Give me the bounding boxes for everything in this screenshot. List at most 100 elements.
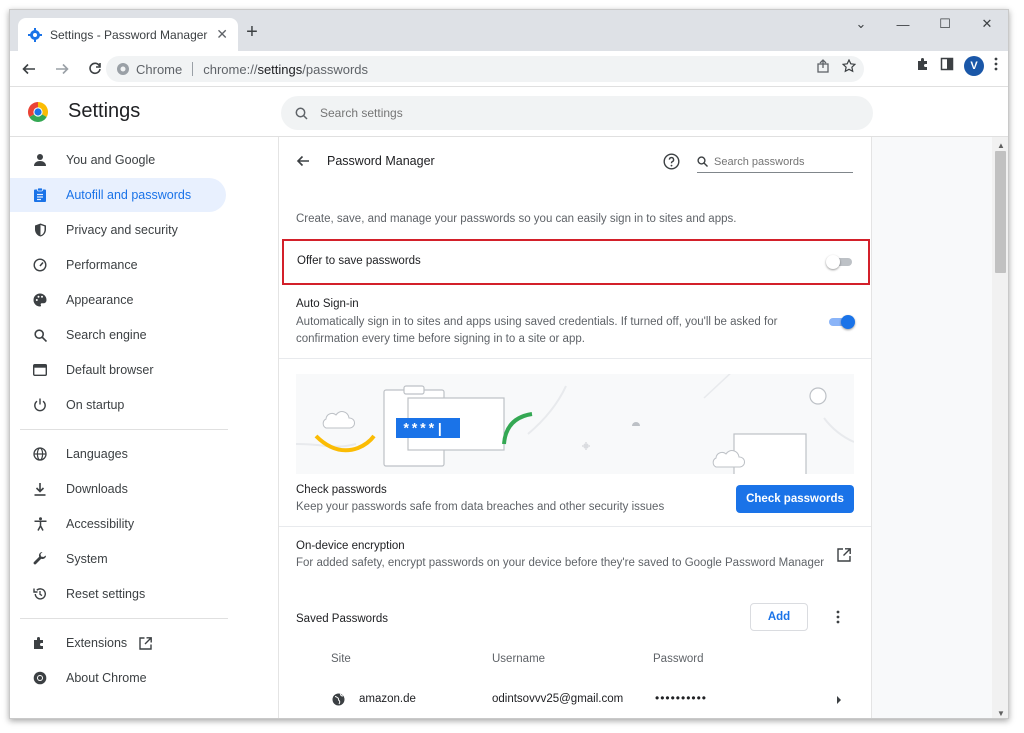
star-icon[interactable]	[841, 58, 857, 78]
svg-text:****|: ****|	[402, 422, 444, 438]
sidebar-item-about-chrome[interactable]: About Chrome	[10, 661, 226, 695]
arrow-right-icon	[56, 63, 69, 74]
sidebar-item-system[interactable]: System	[10, 542, 226, 576]
side-panel-icon[interactable]	[940, 57, 954, 76]
auto-sign-in-toggle[interactable]	[827, 315, 855, 329]
back-button[interactable]	[15, 55, 43, 83]
auto-sign-in-title: Auto Sign-in	[296, 298, 359, 310]
scrollbar-thumb[interactable]	[995, 151, 1006, 273]
sidebar-item-on-startup[interactable]: On startup	[10, 388, 226, 422]
sidebar-item-default-browser[interactable]: Default browser	[10, 353, 226, 387]
column-header-password: Password	[653, 653, 704, 665]
add-password-button[interactable]: Add	[750, 603, 808, 631]
accessibility-icon	[32, 516, 48, 532]
tab-search-button[interactable]: ⌄	[840, 10, 882, 38]
clipboard-icon	[32, 187, 48, 203]
minimize-button[interactable]: —	[882, 10, 924, 38]
scroll-down-arrow[interactable]: ▼	[997, 709, 1005, 718]
globe-icon	[32, 446, 48, 462]
saved-username: odintsovvv25@gmail.com	[492, 693, 624, 705]
maximize-button[interactable]: ☐	[924, 10, 966, 38]
divider	[20, 429, 228, 430]
offer-to-save-toggle[interactable]	[826, 255, 854, 269]
tab-strip: Settings - Password Manager ✕ + ⌄ — ☐ ✕	[10, 10, 1008, 51]
search-icon	[32, 327, 48, 343]
window-controls: ⌄ — ☐ ✕	[840, 10, 1008, 42]
check-passwords-description: Keep your passwords safe from data breac…	[296, 501, 665, 513]
offer-to-save-row: Offer to save passwords	[282, 239, 870, 285]
settings-header: Settings	[10, 87, 1008, 137]
help-icon[interactable]	[663, 153, 680, 170]
sidebar-item-privacy[interactable]: Privacy and security	[10, 213, 226, 247]
wrench-icon	[32, 551, 48, 567]
url-text: chrome://settings/passwords	[203, 61, 368, 77]
divider	[279, 526, 871, 527]
column-header-site: Site	[331, 653, 351, 665]
check-passwords-button[interactable]: Check passwords	[736, 485, 854, 513]
tab-title: Settings - Password Manager	[50, 27, 208, 42]
search-settings-input[interactable]	[320, 106, 820, 120]
more-options-icon[interactable]	[831, 609, 845, 625]
search-passwords-box[interactable]	[697, 151, 853, 173]
search-icon	[295, 107, 308, 120]
sidebar-item-downloads[interactable]: Downloads	[10, 472, 226, 506]
column-header-username: Username	[492, 653, 546, 665]
check-passwords-illustration: ****|	[296, 374, 854, 474]
page-description: Create, save, and manage your passwords …	[296, 213, 737, 225]
shield-icon	[32, 222, 48, 238]
chrome-logo-icon	[28, 102, 48, 122]
puzzle-icon[interactable]	[916, 57, 930, 76]
sidebar-item-you-and-google[interactable]: You and Google	[10, 143, 226, 177]
power-icon	[32, 397, 48, 413]
offer-to-save-label: Offer to save passwords	[297, 255, 421, 267]
search-settings-box[interactable]	[281, 96, 873, 130]
password-manager-card: Password Manager Create, save, and manag…	[278, 137, 872, 718]
sidebar-item-accessibility[interactable]: Accessibility	[10, 507, 226, 541]
auto-sign-in-description: Automatically sign in to sites and apps …	[296, 316, 778, 345]
chevron-right-icon	[837, 696, 841, 704]
speedometer-icon	[32, 257, 48, 273]
divider	[279, 358, 871, 359]
card-header: Password Manager	[279, 137, 871, 187]
avatar[interactable]: V	[964, 56, 984, 76]
close-window-button[interactable]: ✕	[966, 10, 1008, 38]
menu-kebab-icon[interactable]	[994, 57, 998, 76]
encryption-title: On-device encryption	[296, 540, 405, 552]
scroll-up-arrow[interactable]: ▲	[997, 141, 1005, 150]
new-tab-button[interactable]: +	[242, 22, 262, 42]
search-passwords-input[interactable]	[714, 155, 844, 168]
arrow-left-icon	[22, 63, 35, 74]
gear-icon	[28, 27, 42, 42]
share-icon[interactable]	[816, 59, 830, 78]
encryption-description: For added safety, encrypt passwords on y…	[296, 557, 825, 569]
reload-button[interactable]	[81, 55, 109, 83]
check-passwords-title: Check passwords	[296, 484, 387, 496]
chrome-icon	[32, 670, 48, 686]
arrow-left-icon[interactable]	[295, 153, 311, 169]
open-external-icon[interactable]	[837, 548, 851, 562]
open-external-icon	[139, 636, 153, 650]
sidebar-item-autofill[interactable]: Autofill and passwords	[10, 178, 226, 212]
sidebar-item-reset[interactable]: Reset settings	[10, 577, 226, 611]
address-bar[interactable]: Chrome chrome://settings/passwords	[106, 56, 864, 82]
sidebar-item-performance[interactable]: Performance	[10, 248, 226, 282]
card-title: Password Manager	[327, 154, 435, 168]
puzzle-icon	[32, 635, 48, 651]
download-icon	[32, 481, 48, 497]
person-icon	[32, 152, 48, 168]
scrollbar[interactable]: ▲ ▼	[992, 137, 1008, 718]
close-icon[interactable]: ✕	[216, 26, 228, 43]
divider	[20, 618, 228, 619]
palette-icon	[32, 292, 48, 308]
sidebar-item-search-engine[interactable]: Search engine	[10, 318, 226, 352]
page-title: Settings	[68, 100, 141, 122]
divider	[192, 62, 194, 76]
saved-passwords-title: Saved Passwords	[296, 613, 389, 625]
reset-icon	[32, 586, 48, 602]
sidebar-item-languages[interactable]: Languages	[10, 437, 226, 471]
sidebar-item-extensions[interactable]: Extensions	[10, 626, 226, 660]
forward-button[interactable]	[48, 55, 76, 83]
tab-settings[interactable]: Settings - Password Manager ✕	[18, 18, 238, 51]
table-row[interactable]: amazon.de odintsovvv25@gmail.com •••••••…	[279, 685, 871, 715]
sidebar-item-appearance[interactable]: Appearance	[10, 283, 226, 317]
